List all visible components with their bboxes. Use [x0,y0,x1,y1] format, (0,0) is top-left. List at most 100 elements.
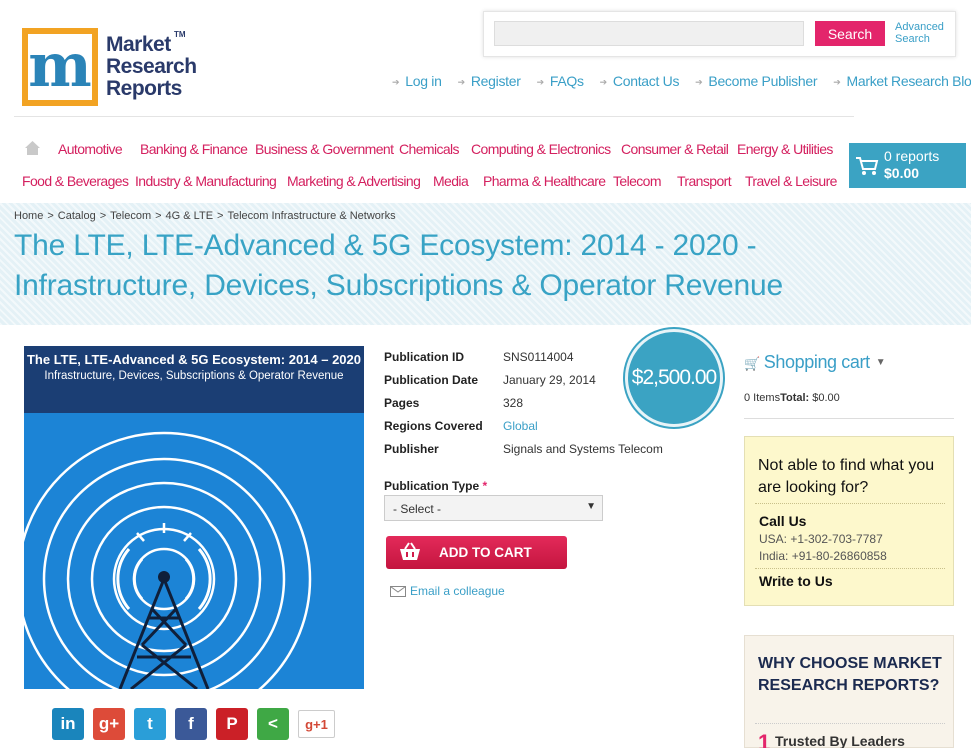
register-link[interactable]: ➔ Register [458,73,521,89]
detail-label: Pages [384,396,420,410]
arrow-icon: ➔ [457,77,466,87]
cover-title: The LTE, LTE-Advanced & 5G Ecosystem: 20… [26,352,362,367]
cart-summary: 0 ItemsTotal: $0.00 [744,392,840,404]
detail-value: SNS0114004 [503,350,574,364]
cart-report-count: 0 reports [884,148,940,164]
publication-type-text: Publication Type [384,479,480,493]
cover-header: The LTE, LTE-Advanced & 5G Ecosystem: 20… [24,346,364,413]
breadcrumb-sep: > [217,210,224,222]
call-us-heading: Call Us [759,513,807,529]
category-computing-electronics[interactable]: Computing & Electronics [471,141,611,157]
email-colleague-label: Email a colleague [410,584,505,598]
breadcrumb-infrastructure[interactable]: Telecom Infrastructure & Networks [227,210,395,222]
search-button[interactable]: Search [815,21,885,46]
cart-icon: 🛒 [744,356,760,371]
detail-value: Signals and Systems Telecom [503,442,663,456]
arrow-icon: ➔ [695,77,703,87]
category-energy-utilities[interactable]: Energy & Utilities [737,141,833,157]
search-input[interactable] [494,21,804,46]
envelope-icon [390,586,406,597]
category-consumer-retail[interactable]: Consumer & Retail [621,141,729,157]
breadcrumb-catalog[interactable]: Catalog [58,210,96,222]
logo-wordmark: Market Research Reports [106,34,197,100]
advanced-search-line1: Advanced [895,21,944,33]
login-link[interactable]: ➔ Log in [392,73,442,89]
shopping-cart-heading[interactable]: 🛒 Shopping cart ▼ [744,352,886,373]
search-panel: Search Advanced Search [483,11,956,57]
googleplus-icon[interactable]: g+ [93,708,125,740]
category-telecom[interactable]: Telecom [613,173,662,189]
basket-icon [400,542,420,560]
detail-label: Publisher [384,442,439,456]
contact-label: Contact Us [612,73,680,89]
top-links: ➔ Log in ➔ Register ➔ FAQs ➔ Contact Us ➔ Bec… [392,73,971,89]
login-label: Log in [405,73,442,89]
contact-link[interactable]: ➔ Contact Us [600,73,680,89]
category-automotive[interactable]: Automotive [58,141,123,157]
advanced-search-line2: Search [895,33,930,45]
arrow-icon: ➔ [392,77,400,87]
page-title-line1: The LTE, LTE-Advanced & 5G Ecosystem: 20… [14,229,757,262]
logo-line3: Reports [106,77,182,100]
add-to-cart-button[interactable]: ADD TO CART [386,536,567,569]
register-label: Register [470,73,521,89]
blog-label: Market Research Blog [846,73,971,89]
price-badge: $2,500.00 [625,329,723,427]
category-chemicals[interactable]: Chemicals [399,141,460,157]
faqs-link[interactable]: ➔ FAQs [537,73,584,89]
why-choose-title: WHY CHOOSE MARKET RESEARCH REPORTS? [758,655,942,694]
category-banking-finance[interactable]: Banking & Finance [140,141,248,157]
home-icon[interactable] [24,140,41,156]
twitter-icon[interactable]: t [134,708,166,740]
become-publisher-label: Become Publisher [708,73,818,89]
breadcrumb-4g-lte[interactable]: 4G & LTE [166,210,213,222]
site-logo[interactable]: m Market Research Reports TM [22,28,197,108]
category-business-government[interactable]: Business & Government [255,141,394,157]
write-to-us-link[interactable]: Write to Us [759,573,833,589]
become-publisher-link[interactable]: ➔ Become Publisher [695,73,817,89]
breadcrumb-sep: > [155,210,162,222]
detail-value: 328 [503,396,524,410]
report-cover-image: The LTE, LTE-Advanced & 5G Ecosystem: 20… [24,346,364,689]
cell-tower-illustration [24,413,364,689]
category-travel-leisure[interactable]: Travel & Leisure [745,173,837,189]
cart-items-count: 0 Items [744,392,781,404]
region-link[interactable]: Global [503,419,538,433]
email-colleague-link[interactable]: Email a colleague [390,584,505,598]
cart-icon [856,157,879,175]
category-marketing-advertising[interactable]: Marketing & Advertising [287,173,421,189]
category-industry-manufacturing[interactable]: Industry & Manufacturing [135,173,277,189]
detail-label: Regions Covered [384,419,483,433]
publication-type-label: Publication Type * [384,479,487,493]
blog-link[interactable]: ➔ Market Research Blog [833,73,971,89]
gplus-one-button[interactable]: g+1 [298,710,335,738]
breadcrumb-home[interactable]: Home [14,210,43,222]
india-phone[interactable]: India: +91-80-26860858 [759,549,887,563]
publication-type-select[interactable]: - Select - ▼ [384,495,603,521]
dropdown-caret-icon: ▼ [586,501,596,512]
breadcrumb-telecom[interactable]: Telecom [110,210,151,222]
required-mark: * [482,479,488,493]
usa-phone[interactable]: USA: +1-302-703-7787 [759,532,883,546]
advanced-search-link[interactable]: Advanced Search [895,21,955,45]
arrow-icon: ➔ [599,77,608,87]
category-food-beverages[interactable]: Food & Beverages [22,173,129,189]
breadcrumb-sep: > [47,210,54,222]
pinterest-icon[interactable]: P [216,708,248,740]
why-item-number: 1 [758,730,771,748]
category-transport[interactable]: Transport [677,173,732,189]
why-item-label: Trusted By Leaders [775,733,905,748]
detail-label: Publication Date [384,373,479,387]
share-icon[interactable]: < [257,708,289,740]
facebook-icon[interactable]: f [175,708,207,740]
linkedin-icon[interactable]: in [52,708,84,740]
category-pharma-healthcare[interactable]: Pharma & Healthcare [483,173,606,189]
page-title-line2: Infrastructure, Devices, Subscriptions &… [14,269,783,302]
chevron-down-icon: ▼ [875,357,886,368]
header-cart[interactable]: 0 reports $0.00 [849,143,966,188]
category-media[interactable]: Media [433,173,469,189]
add-to-cart-label: ADD TO CART [439,545,532,560]
trademark: TM [174,30,186,39]
logo-letter: m [28,31,92,101]
shopping-cart-title: Shopping cart [763,352,870,372]
